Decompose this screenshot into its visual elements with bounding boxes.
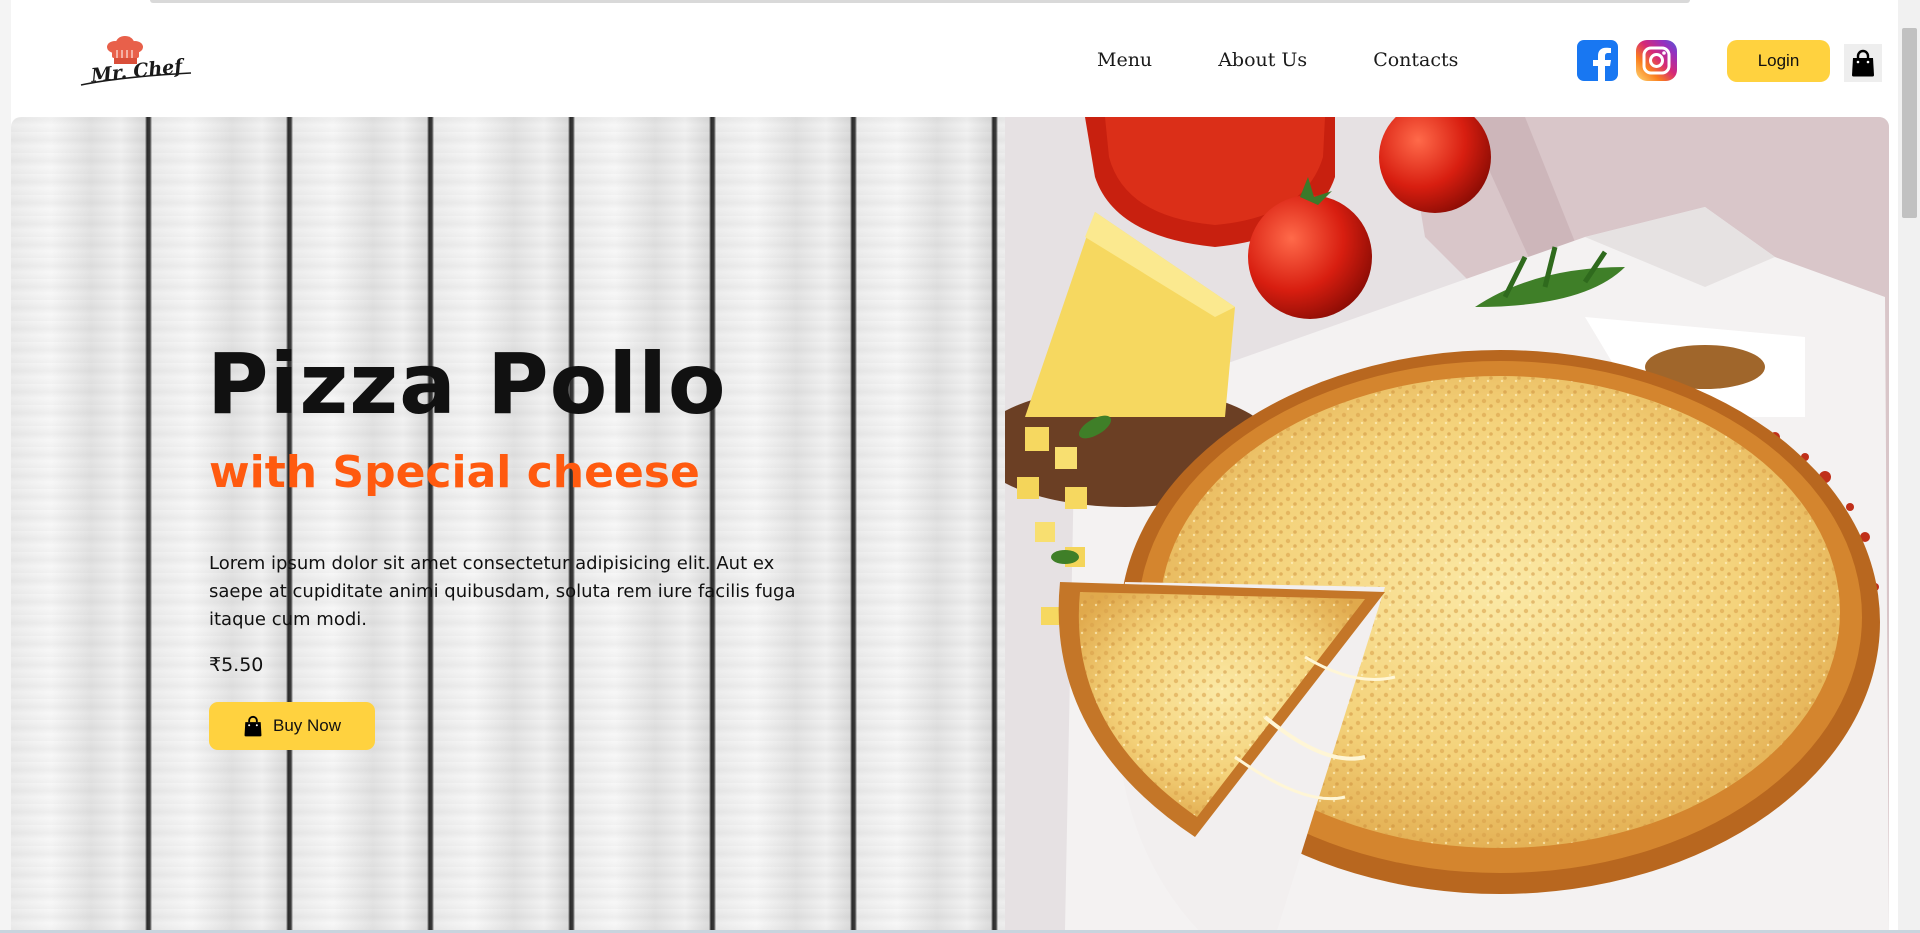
facebook-icon[interactable] [1576,39,1619,82]
login-button[interactable]: Login [1727,40,1830,82]
page-left-edge [0,0,11,933]
site-header: Mr. Chef Menu About Us Contacts Login [11,5,1891,117]
page: Mr. Chef Menu About Us Contacts Login Pi… [0,0,1920,933]
hero-subtitle: with Special cheese [209,447,700,498]
buy-now-label: Buy Now [272,716,342,735]
cart-button[interactable] [1844,44,1882,82]
logo-text: Mr. Chef [89,55,186,87]
shopping-bag-icon [1852,49,1874,77]
price-label: ₹5.50 [209,654,264,676]
buy-now-button[interactable]: Buy Now [209,702,375,750]
wood-grain-texture [11,117,1011,930]
shopping-bag-icon [244,715,262,737]
browser-top-strip [150,0,1690,3]
main-nav: Menu About Us Contacts [1097,49,1524,71]
mr-chef-logo[interactable]: Mr. Chef [79,33,194,91]
hero-title: Pizza Pollo [207,335,727,433]
instagram-icon[interactable] [1635,39,1678,82]
hero-section: Pizza Pollo with Special cheese Lorem ip… [11,117,1889,930]
nav-menu[interactable]: Menu [1097,49,1152,71]
scrollbar-thumb[interactable] [1902,28,1917,218]
pizza-photo [1005,117,1889,930]
nav-about-us[interactable]: About Us [1218,49,1307,71]
nav-contacts[interactable]: Contacts [1373,49,1458,71]
hero-description: Lorem ipsum dolor sit amet consectetur a… [209,553,796,630]
